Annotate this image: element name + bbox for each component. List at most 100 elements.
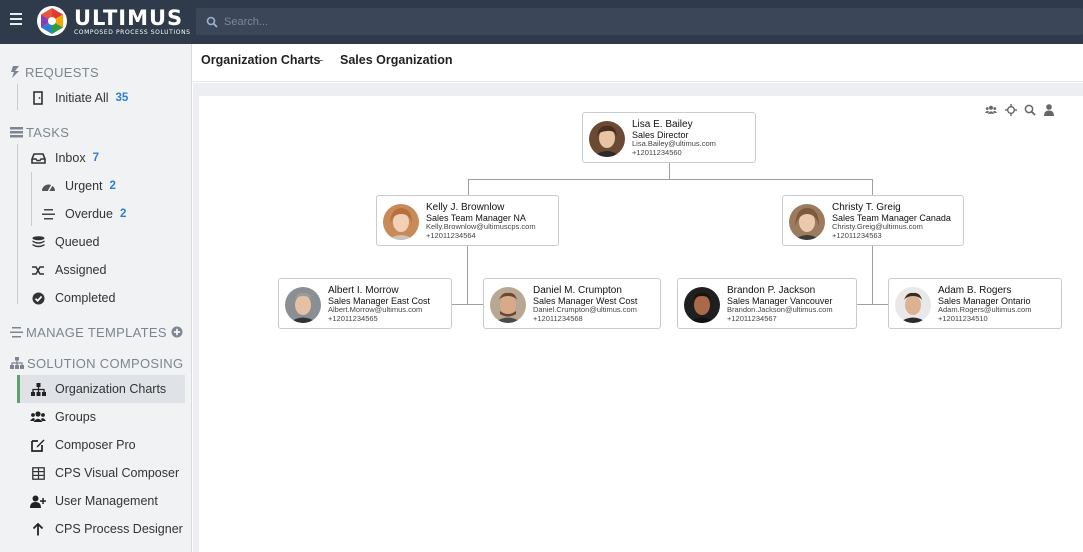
logo-tagline: COMPOSED PROCESS SOLUTIONS xyxy=(74,28,191,36)
org-node-manager[interactable]: Christy T. Greig Sales Team Manager Cana… xyxy=(782,195,964,246)
queued-label: Queued xyxy=(55,235,100,249)
org-node-director[interactable]: Lisa E. Bailey Sales Director Lisa.Baile… xyxy=(582,112,756,163)
sidebar: REQUESTS Initiate All 35 TASKS Inbox 7 U… xyxy=(0,44,192,552)
connector-line xyxy=(452,304,483,305)
add-circle-icon[interactable] xyxy=(171,326,183,338)
avatar xyxy=(589,121,625,157)
active-indicator xyxy=(17,375,20,403)
check-circle-icon xyxy=(30,290,46,306)
page-title: Sales Organization xyxy=(340,53,453,67)
cps-visual-composer-label: CPS Visual Composer xyxy=(55,466,180,480)
ultimus-logo[interactable]: ULTIMUS COMPOSED PROCESS SOLUTIONS xyxy=(36,4,191,38)
composer-pro-label: Composer Pro xyxy=(55,438,136,452)
node-phone: +12011234568 xyxy=(533,313,583,323)
org-node-rep[interactable]: Adam B. Rogers Sales Manager Ontario Ada… xyxy=(888,278,1062,329)
inbox-label: Inbox xyxy=(55,151,86,165)
node-name: Albert I. Morrow xyxy=(328,285,399,296)
user-management-label: User Management xyxy=(55,494,158,508)
tasks-header[interactable]: TASKS xyxy=(10,122,69,142)
connector-line xyxy=(669,163,670,179)
search-input[interactable] xyxy=(224,15,824,28)
avatar xyxy=(895,287,931,323)
org-node-rep[interactable]: Daniel M. Crumpton Sales Manager West Co… xyxy=(483,278,661,329)
sidebar-item-urgent[interactable]: Urgent 2 xyxy=(40,173,116,199)
sidebar-item-composer-pro[interactable]: Composer Pro xyxy=(30,432,136,458)
groups-label: Groups xyxy=(55,410,96,424)
sidebar-item-assigned[interactable]: Assigned xyxy=(30,257,106,283)
organization-charts-label: Organization Charts xyxy=(55,382,167,396)
org-node-rep[interactable]: Albert I. Morrow Sales Manager East Cost… xyxy=(278,278,452,329)
node-phone: +12011234567 xyxy=(727,313,777,323)
gauge-icon xyxy=(40,178,56,194)
org-chart-icon xyxy=(30,381,46,397)
sidebar-item-organization-charts[interactable]: Organization Charts xyxy=(30,376,166,402)
tasks-header-label: TASKS xyxy=(26,124,70,140)
requests-icon xyxy=(11,66,19,78)
logo-name: ULTIMUS xyxy=(74,5,184,30)
sidebar-item-cps-process-designer[interactable]: CPS Process Designer xyxy=(30,516,183,542)
node-name: Lisa E. Bailey xyxy=(632,119,693,130)
avatar xyxy=(383,204,419,240)
node-name: Christy T. Greig xyxy=(832,202,901,213)
org-node-manager[interactable]: Kelly J. Brownlow Sales Team Manager NA … xyxy=(376,195,559,246)
connector-line xyxy=(872,246,873,304)
requests-header[interactable]: REQUESTS xyxy=(10,62,99,82)
avatar xyxy=(490,287,526,323)
shuffle-icon xyxy=(30,262,46,278)
initiate-all-count: 35 xyxy=(115,92,129,104)
user-plus-icon xyxy=(30,493,46,509)
templates-icon xyxy=(10,326,23,337)
users-icon[interactable] xyxy=(985,104,997,116)
solution-composing-header[interactable]: SOLUTION COMPOSING xyxy=(10,353,183,373)
overdue-label: Overdue xyxy=(65,207,113,221)
breadcrumb-section[interactable]: Organization Charts xyxy=(201,53,320,67)
connector-line xyxy=(468,179,873,180)
zoom-icon[interactable] xyxy=(1024,104,1036,116)
connector-line xyxy=(857,304,888,305)
move-icon[interactable] xyxy=(1005,104,1017,116)
breadcrumb-separator: - xyxy=(319,53,324,67)
sidebar-item-inbox[interactable]: Inbox 7 xyxy=(30,145,99,171)
overdue-icon xyxy=(40,206,56,222)
cps-process-designer-label: CPS Process Designer xyxy=(55,522,183,536)
sidebar-item-overdue[interactable]: Overdue 2 xyxy=(40,201,126,227)
database-icon xyxy=(30,234,46,250)
manage-templates-header[interactable]: MANAGE TEMPLATES xyxy=(10,322,186,342)
edit-icon xyxy=(30,437,46,453)
tree-line xyxy=(17,144,18,304)
node-name: Kelly J. Brownlow xyxy=(426,202,505,213)
door-icon xyxy=(30,90,46,106)
urgent-label: Urgent xyxy=(65,179,103,193)
menu-icon[interactable] xyxy=(10,13,22,27)
logo-mark-icon xyxy=(37,6,67,36)
inbox-count: 7 xyxy=(92,152,99,164)
sidebar-item-initiate-all[interactable]: Initiate All 35 xyxy=(30,85,128,111)
search-bar[interactable] xyxy=(196,8,1083,35)
node-phone: +12011234565 xyxy=(328,313,378,323)
avatar xyxy=(684,287,720,323)
overdue-count: 2 xyxy=(119,208,127,220)
sidebar-item-queued[interactable]: Queued xyxy=(30,229,99,255)
tasks-icon xyxy=(10,126,23,137)
node-phone: +12011234564 xyxy=(426,230,476,240)
connector-line xyxy=(872,179,873,195)
grid-icon xyxy=(30,465,46,481)
manage-templates-label: MANAGE TEMPLATES xyxy=(26,324,167,340)
sidebar-item-cps-visual-composer[interactable]: CPS Visual Composer xyxy=(30,460,179,486)
node-name: Daniel M. Crumpton xyxy=(533,285,622,296)
assigned-label: Assigned xyxy=(55,263,107,277)
node-name: Brandon P. Jackson xyxy=(727,285,816,296)
arrow-up-icon xyxy=(30,521,46,537)
sidebar-item-user-management[interactable]: User Management xyxy=(30,488,158,514)
tree-line xyxy=(31,172,32,226)
org-node-rep[interactable]: Brandon P. Jackson Sales Manager Vancouv… xyxy=(677,278,857,329)
sidebar-item-groups[interactable]: Groups xyxy=(30,404,96,430)
avatar xyxy=(285,287,321,323)
requests-header-label: REQUESTS xyxy=(25,64,99,80)
user-icon[interactable] xyxy=(1043,104,1055,116)
sidebar-item-completed[interactable]: Completed xyxy=(30,285,115,311)
top-bar: ULTIMUS COMPOSED PROCESS SOLUTIONS xyxy=(0,0,1083,44)
node-name: Adam B. Rogers xyxy=(938,285,1012,296)
search-icon xyxy=(206,16,218,28)
solution-composing-label: SOLUTION COMPOSING xyxy=(27,355,184,371)
